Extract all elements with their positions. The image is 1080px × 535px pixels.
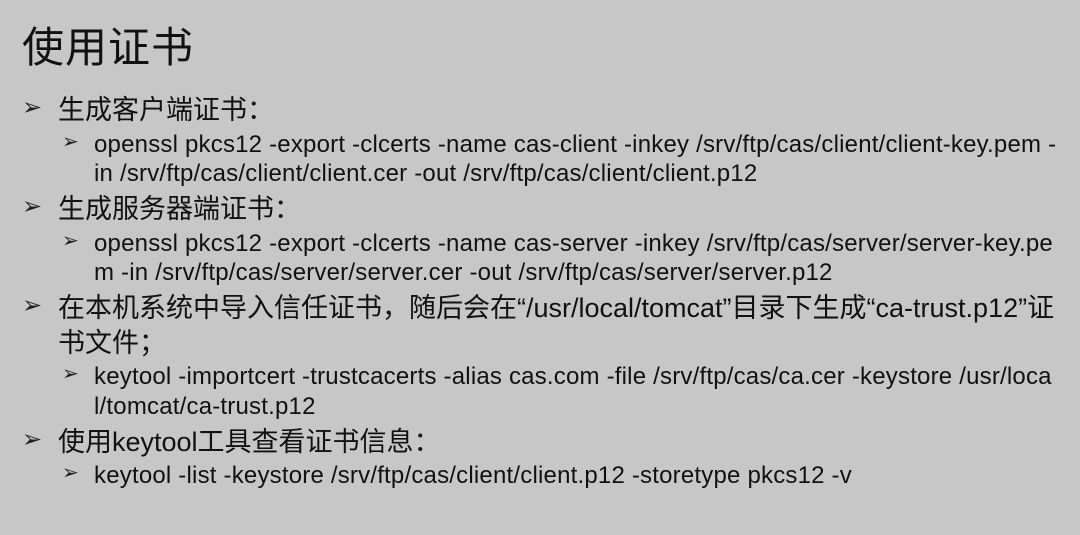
list-item: 使用keytool工具查看证书信息： keytool -list -keysto… [22,425,1058,491]
sub-list: openssl pkcs12 -export -clcerts -name ca… [58,130,1058,189]
list-item: 生成服务器端证书： openssl pkcs12 -export -clcert… [22,192,1058,287]
code-line: keytool -importcert -trustcacerts -alias… [58,362,1058,421]
code-line: openssl pkcs12 -export -clcerts -name ca… [58,130,1058,189]
list-item: 生成客户端证书： openssl pkcs12 -export -clcerts… [22,93,1058,188]
list-item-label: 生成服务器端证书： [58,194,301,224]
code-line: openssl pkcs12 -export -clcerts -name ca… [58,229,1058,288]
list-item-label: 生成客户端证书： [58,95,274,125]
list-item: 在本机系统中导入信任证书，随后会在“/usr/local/tomcat”目录下生… [22,291,1058,421]
sub-list: keytool -importcert -trustcacerts -alias… [58,362,1058,421]
page-title: 使用证书 [22,14,1058,75]
sub-list: openssl pkcs12 -export -clcerts -name ca… [58,229,1058,288]
code-line: keytool -list -keystore /srv/ftp/cas/cli… [58,461,1058,490]
sub-list: keytool -list -keystore /srv/ftp/cas/cli… [58,461,1058,490]
list-item-label: 在本机系统中导入信任证书，随后会在“/usr/local/tomcat”目录下生… [58,293,1054,358]
list-item-label: 使用keytool工具查看证书信息： [58,427,441,457]
bullet-list: 生成客户端证书： openssl pkcs12 -export -clcerts… [22,93,1058,491]
